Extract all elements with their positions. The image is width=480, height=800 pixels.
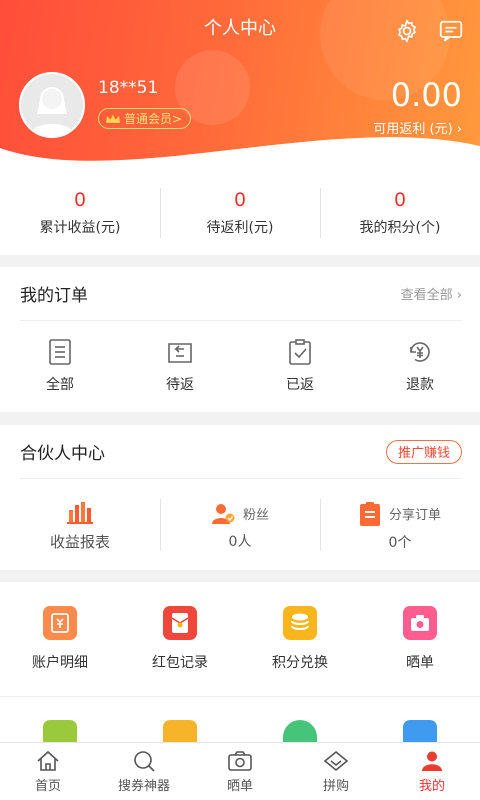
coin-stack-icon — [283, 606, 317, 640]
view-all-orders-link[interactable]: 查看全部 › — [401, 284, 462, 303]
stat-label: 累计收益(元) — [39, 219, 121, 236]
tab-mine[interactable]: 我的 — [384, 743, 480, 800]
bottom-tab-bar: 首页 搜券神器 晒单 拼购 我的 — [0, 742, 480, 800]
chat-icon — [283, 720, 317, 742]
stat-label: 待返利(元) — [206, 219, 274, 236]
stat-total-earnings[interactable]: 0 累计收益(元) — [0, 170, 160, 255]
order-refund-label: 退款 — [406, 377, 434, 393]
home-icon — [37, 750, 59, 771]
promote-earn-button[interactable]: 推广赚钱 — [385, 439, 462, 464]
tab-group-buy[interactable]: 拼购 — [288, 743, 384, 800]
stat-points[interactable]: 0 我的积分(个) — [320, 170, 480, 255]
orders-header: 我的订单 查看全部 › — [20, 267, 462, 321]
order-returned[interactable]: 已返 — [240, 321, 360, 411]
order-returned-label: 已返 — [286, 377, 314, 393]
member-level-badge[interactable]: 普通会员> — [98, 108, 192, 129]
stat-value: 0 — [233, 188, 247, 211]
fans-label: 粉丝 — [242, 508, 269, 523]
account-detail-item[interactable]: 账户明细 — [0, 582, 120, 696]
order-refund[interactable]: 退款 — [360, 321, 480, 411]
stat-pending-rebate[interactable]: 0 待返利(元) — [160, 170, 320, 255]
balance-label: 可用返利 (元) — [373, 122, 453, 137]
refund-icon — [410, 342, 430, 362]
order-status-row: 全部 待返 已返 退款 — [0, 321, 480, 411]
tab-show-order-label: 晒单 — [226, 778, 253, 794]
account-detail-label: 账户明细 — [32, 655, 88, 671]
points-exchange-label: 积分兑换 — [272, 655, 328, 671]
partner-stats-row: 收益报表 粉丝 0人 分享订单 0个 — [0, 479, 480, 574]
red-packet-label: 红包记录 — [152, 655, 208, 671]
settings-icon — [403, 720, 437, 742]
shared-orders-heading: 分享订单 — [359, 501, 441, 526]
tool-chat-item[interactable] — [240, 720, 360, 742]
stat-value: 0 — [73, 188, 87, 211]
balance-link[interactable]: 可用返利 (元) › — [373, 118, 462, 137]
tab-mine-label: 我的 — [418, 778, 445, 794]
earnings-report-label: 收益报表 — [49, 533, 110, 551]
profile-header: 个人中心 18**51 普通会员> 0.00 可用返利 (元) › — [0, 0, 480, 175]
tools-card: 账户明细 红包记录 积分兑换 晒单 — [0, 582, 480, 742]
list-icon — [49, 339, 71, 365]
tab-home-label: 首页 — [34, 778, 61, 794]
red-packet-item[interactable]: 红包记录 — [120, 582, 240, 696]
account-detail-icon — [43, 606, 77, 640]
tab-group-buy-label: 拼购 — [322, 778, 349, 794]
crown-icon — [106, 114, 120, 123]
shared-orders-count: 0个 — [388, 534, 412, 551]
tools-row: 账户明细 红包记录 积分兑换 晒单 — [0, 582, 480, 697]
user-phone: 18**51 — [98, 78, 159, 98]
balance-amount: 0.00 — [390, 76, 462, 114]
camera-icon — [403, 606, 437, 640]
earnings-report[interactable]: 收益报表 — [0, 479, 160, 574]
member-level-label: 普通会员> — [124, 112, 183, 126]
stat-value: 0 — [393, 188, 407, 211]
partner-card: 合伙人中心 推广赚钱 收益报表 粉丝 0人 分享订单 0个 — [0, 425, 480, 570]
partner-header: 合伙人中心 推广赚钱 — [20, 425, 462, 479]
shared-orders-label: 分享订单 — [388, 508, 441, 523]
fans-heading: 粉丝 — [211, 503, 269, 525]
tab-coupon-search[interactable]: 搜券神器 — [96, 743, 192, 800]
tab-home[interactable]: 首页 — [0, 743, 96, 800]
orders-title: 我的订单 — [20, 286, 88, 306]
shield-icon — [163, 720, 197, 742]
avatar[interactable] — [19, 72, 85, 138]
stat-label: 我的积分(个) — [359, 219, 441, 236]
show-order-label: 晒单 — [406, 655, 434, 671]
view-all-label: 查看全部 — [400, 288, 453, 303]
diamond-icon — [323, 750, 349, 771]
clipboard-check-icon — [289, 339, 311, 365]
tool-settings-item[interactable] — [360, 720, 480, 742]
search-icon — [134, 750, 155, 772]
tab-coupon-search-label: 搜券神器 — [117, 778, 170, 794]
message-icon[interactable] — [438, 18, 464, 44]
order-all-label: 全部 — [46, 377, 74, 393]
red-packet-icon — [163, 606, 197, 640]
order-all[interactable]: 全部 — [0, 321, 120, 411]
order-pending[interactable]: 待返 — [120, 321, 240, 411]
cart-icon — [43, 720, 77, 742]
fans-stat[interactable]: 粉丝 0人 — [160, 479, 320, 574]
tool-cart-item[interactable] — [0, 720, 120, 742]
tool-shield-item[interactable] — [120, 720, 240, 742]
tab-show-order[interactable]: 晒单 — [192, 743, 288, 800]
share-order-icon — [359, 501, 380, 526]
order-pending-label: 待返 — [166, 377, 194, 393]
earnings-stats: 0 累计收益(元) 0 待返利(元) 0 我的积分(个) — [0, 170, 480, 255]
return-icon — [168, 343, 192, 363]
camera-icon — [228, 750, 252, 771]
partner-title: 合伙人中心 — [20, 444, 105, 464]
gear-icon[interactable] — [394, 18, 420, 44]
profile-page: { "header": { "title": "个人中心", "phone": … — [0, 0, 480, 800]
bar-chart-icon — [67, 502, 93, 524]
fans-icon — [211, 503, 235, 524]
shared-orders-stat[interactable]: 分享订单 0个 — [320, 479, 480, 574]
points-exchange-item[interactable]: 积分兑换 — [240, 582, 360, 696]
tools-row-2 — [0, 697, 480, 742]
fans-count: 0人 — [228, 533, 252, 550]
user-icon — [422, 751, 442, 771]
orders-card: 我的订单 查看全部 › 全部 待返 已返 退款 — [0, 267, 480, 412]
chevron-right-icon: › — [456, 288, 462, 303]
show-order-item[interactable]: 晒单 — [360, 582, 480, 696]
chevron-right-icon: › — [456, 122, 462, 137]
